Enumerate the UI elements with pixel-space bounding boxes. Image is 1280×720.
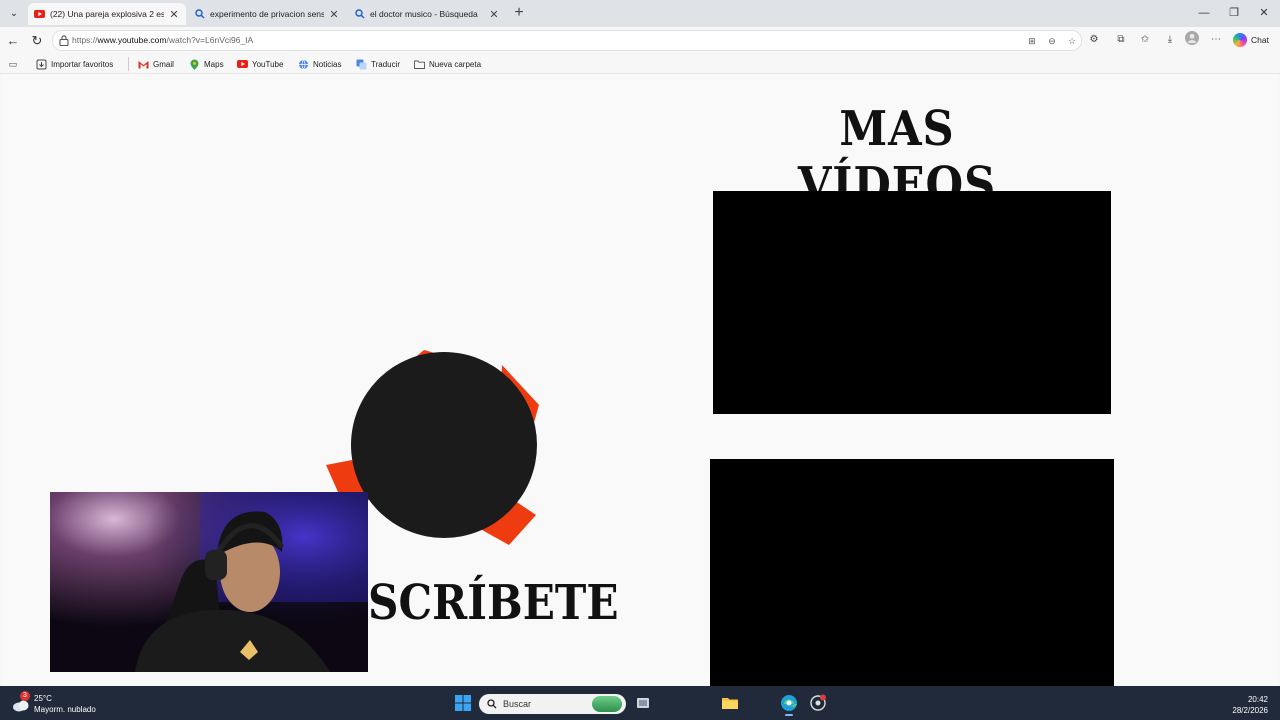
bookmark-label: YouTube: [252, 59, 284, 69]
tab-label: (22) Una pareja explosiva 2 escena: [50, 9, 164, 19]
end-screen-video-2[interactable]: [710, 459, 1114, 686]
windows-start-icon[interactable]: [454, 694, 472, 712]
cloud-icon: 3: [12, 691, 30, 712]
bookmark-label: Importar favoritos: [51, 59, 114, 69]
clock-time: 20:42: [1247, 695, 1268, 704]
youtube-icon: [237, 59, 248, 70]
extensions-icon[interactable]: ⚙: [1085, 31, 1103, 49]
weather-widget[interactable]: 3 25°C Mayorm. nublado: [12, 691, 96, 715]
favorites-icon[interactable]: ✩: [1136, 31, 1154, 49]
edge-browser-icon[interactable]: [780, 694, 798, 716]
lock-icon: [58, 34, 70, 47]
maps-pin-icon: [189, 59, 200, 70]
bookmark-noticias[interactable]: Noticias: [298, 57, 341, 71]
collections-icon[interactable]: ▭: [4, 54, 22, 74]
weather-desc: Mayorm. nublado: [34, 705, 96, 714]
taskbar-search[interactable]: Buscar: [479, 694, 626, 714]
bookmark-import[interactable]: Importar favoritos: [36, 57, 113, 71]
clock-date: 28/2/2026: [1232, 706, 1268, 715]
search-highlight-icon: [592, 696, 622, 712]
gmail-icon: [138, 59, 149, 70]
tab-youtube-video[interactable]: (22) Una pareja explosiva 2 escena ✕: [28, 3, 186, 25]
task-view-icon[interactable]: [634, 694, 652, 712]
bookmark-nueva-carpeta[interactable]: Nueva carpeta: [414, 57, 481, 71]
bookmark-gmail[interactable]: Gmail: [138, 57, 174, 71]
search-icon: [354, 9, 365, 20]
tab-label: el doctor musico - Búsqueda: [370, 9, 478, 19]
bookmark-label: Nueva carpeta: [429, 59, 482, 69]
end-screen-video-1[interactable]: [713, 191, 1111, 414]
streamer-webcam-image: [50, 492, 368, 672]
system-clock[interactable]: 20:42 28/2/2026: [1232, 694, 1268, 716]
split-screen-icon[interactable]: ⧉: [1112, 31, 1130, 49]
copilot-icon: [1233, 33, 1247, 47]
minimize-icon[interactable]: —: [1193, 4, 1215, 22]
address-bar[interactable]: https://www.youtube.com/watch?v=L6nVci96…: [52, 30, 1082, 51]
bookmark-label: Gmail: [153, 59, 174, 69]
close-tab-icon[interactable]: ✕: [328, 8, 340, 21]
bookmark-label: Maps: [204, 59, 224, 69]
weather-temp: 25°C: [34, 694, 52, 703]
back-arrow-icon[interactable]: ←: [3, 31, 23, 51]
downloads-icon[interactable]: ⤓: [1161, 31, 1179, 49]
search-label: Buscar: [503, 699, 532, 709]
bookmark-label: Traducir: [371, 59, 401, 69]
chat-button[interactable]: Chat: [1233, 31, 1269, 49]
app-grid-icon[interactable]: ⊞: [1025, 34, 1039, 48]
url-path: /watch?v=L6nVci96_IA: [166, 35, 254, 45]
close-tab-icon[interactable]: ✕: [168, 8, 180, 21]
news-icon: [298, 59, 309, 70]
url-text: https://www.youtube.com/watch?v=L6nVci96…: [72, 35, 253, 45]
profile-avatar-icon[interactable]: [1183, 31, 1201, 49]
url-host: www.youtube.com: [97, 35, 167, 45]
close-window-icon[interactable]: ✕: [1253, 4, 1275, 22]
youtube-icon: [34, 9, 45, 20]
chat-label: Chat: [1251, 35, 1269, 45]
tab-list-chevron-icon[interactable]: ⌄: [4, 4, 24, 22]
folder-icon: [414, 59, 425, 70]
translate-icon: [356, 59, 367, 70]
tab-search-doctor[interactable]: el doctor musico - Búsqueda ✕: [348, 3, 506, 25]
bookmark-label: Noticias: [313, 59, 342, 69]
bookmark-youtube[interactable]: YouTube: [237, 57, 283, 71]
recording-app-icon[interactable]: [809, 694, 827, 712]
file-explorer-icon[interactable]: [721, 694, 739, 712]
search-icon: [487, 699, 497, 709]
video-player[interactable]: MAS VÍDEOS SCRÍBETE: [2, 75, 1278, 686]
favorite-star-icon[interactable]: ☆: [1065, 34, 1079, 48]
close-tab-icon[interactable]: ✕: [488, 8, 500, 21]
new-tab-plus-icon[interactable]: +: [510, 4, 528, 22]
import-icon: [36, 59, 47, 70]
tab-search-privacion[interactable]: experimento de privacion sensoria ✕: [188, 3, 346, 25]
bookmarks-bar: ▭ Importar favoritos Gmail Maps YouTube …: [0, 54, 1280, 74]
windows-taskbar: 3 25°C Mayorm. nublado Buscar 20:42 28/2…: [0, 686, 1280, 720]
bookmark-separator: [128, 57, 129, 71]
browser-toolbar: ← ↻ https://www.youtube.com/watch?v=L6nV…: [0, 27, 1280, 54]
bookmark-traducir[interactable]: Traducir: [356, 57, 400, 71]
more-menu-icon[interactable]: ⋯: [1207, 31, 1225, 49]
search-icon: [194, 9, 205, 20]
bookmark-maps[interactable]: Maps: [189, 57, 224, 71]
tab-strip: ⌄ (22) Una pareja explosiva 2 escena ✕ e…: [0, 0, 1280, 27]
active-app-indicator: [785, 714, 793, 716]
tab-label: experimento de privacion sensoria: [210, 9, 324, 19]
zoom-icon[interactable]: ⊖: [1045, 34, 1059, 48]
url-scheme: https://: [72, 35, 98, 45]
webcam-overlay: [50, 492, 368, 672]
restore-icon[interactable]: ❐: [1223, 4, 1245, 22]
refresh-icon[interactable]: ↻: [27, 31, 47, 51]
weather-badge: 3: [20, 691, 30, 701]
subscribe-text: SCRÍBETE: [368, 575, 619, 631]
